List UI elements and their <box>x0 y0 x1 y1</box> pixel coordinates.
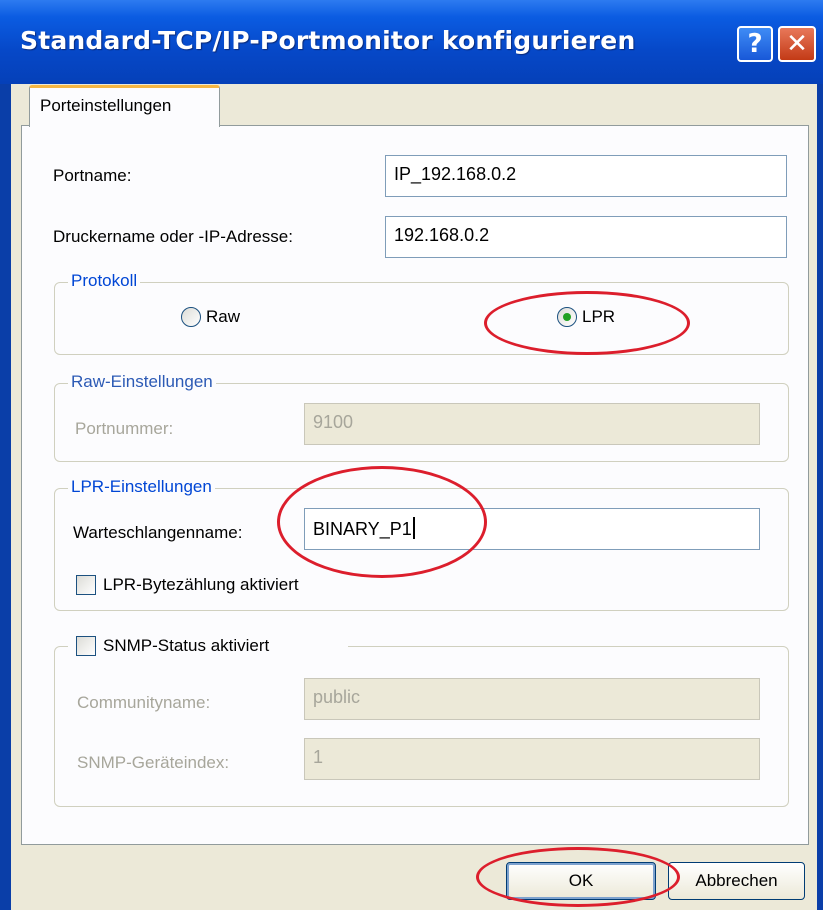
close-icon: ✕ <box>786 29 808 59</box>
help-icon: ? <box>747 29 763 59</box>
lpr-settings-group-title: LPR-Einstellungen <box>68 477 215 497</box>
raw-radio[interactable] <box>181 307 201 327</box>
portnumber-field[interactable]: 9100 <box>304 403 760 445</box>
portname-field[interactable]: IP_192.168.0.2 <box>385 155 787 197</box>
snmp-status-label[interactable]: SNMP-Status aktiviert <box>103 636 269 656</box>
close-button[interactable]: ✕ <box>778 26 816 62</box>
text-cursor <box>412 517 415 539</box>
raw-settings-group-title: Raw-Einstellungen <box>68 372 216 392</box>
queue-name-field[interactable]: BINARY_P1 <box>304 508 760 550</box>
lpr-radio-label[interactable]: LPR <box>582 307 615 327</box>
lpr-bytecount-checkbox[interactable] <box>76 575 96 595</box>
raw-radio-label[interactable]: Raw <box>206 307 240 327</box>
radio-selected-dot <box>563 313 571 321</box>
lpr-bytecount-label[interactable]: LPR-Bytezählung aktiviert <box>103 575 299 595</box>
queue-name-label: Warteschlangenname: <box>73 523 243 542</box>
tab-label: Porteinstellungen <box>40 96 172 115</box>
tab-porteinstellungen[interactable]: Porteinstellungen <box>29 85 220 127</box>
portnumber-label: Portnummer: <box>75 419 174 438</box>
help-button[interactable]: ? <box>737 26 773 62</box>
device-index-field[interactable]: 1 <box>304 738 760 780</box>
snmp-group <box>54 633 789 807</box>
address-label: Druckername oder -IP-Adresse: <box>53 227 293 246</box>
community-label: Communityname: <box>77 693 211 712</box>
portname-label: Portname: <box>53 166 132 185</box>
cancel-button[interactable]: Abbrechen <box>668 862 805 900</box>
protocol-group-title: Protokoll <box>68 271 141 291</box>
device-index-label: SNMP-Geräteindex: <box>77 753 230 772</box>
lpr-radio[interactable] <box>557 307 577 327</box>
window-title: Standard-TCP/IP-Portmonitor konfiguriere… <box>20 26 636 55</box>
address-field[interactable]: 192.168.0.2 <box>385 216 787 258</box>
title-bar[interactable]: Standard-TCP/IP-Portmonitor konfiguriere… <box>0 0 823 84</box>
queue-name-value: BINARY_P1 <box>313 519 412 539</box>
snmp-status-checkbox[interactable] <box>76 636 96 656</box>
ok-button[interactable]: OK <box>506 862 656 900</box>
window-frame: Standard-TCP/IP-Portmonitor konfiguriere… <box>0 0 823 910</box>
community-field[interactable]: public <box>304 678 760 720</box>
protocol-group: Protokoll <box>54 271 789 355</box>
